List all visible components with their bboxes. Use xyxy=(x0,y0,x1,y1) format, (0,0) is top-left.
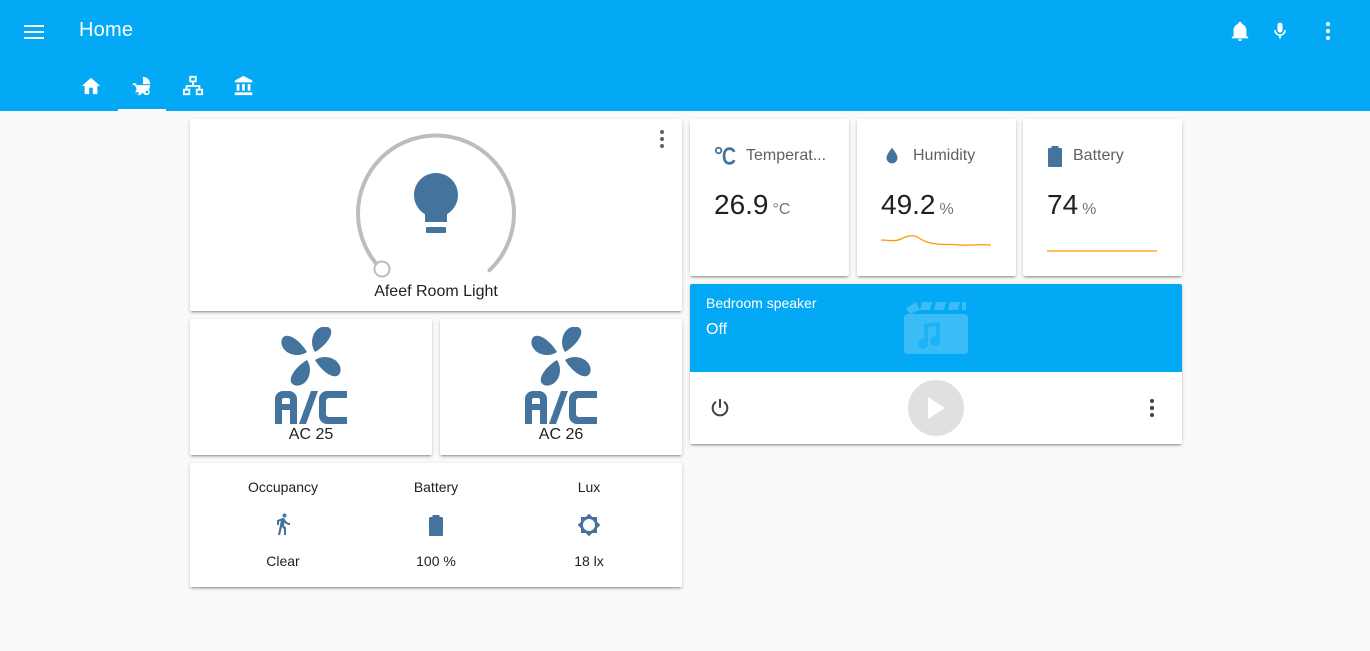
glance-card: Occupancy Clear Battery 100 % Lux 18 lx xyxy=(190,463,682,587)
glance-state: 18 lx xyxy=(574,553,604,569)
menu-icon[interactable] xyxy=(20,17,50,47)
sensor-value: 26.9 xyxy=(714,189,769,220)
network-icon xyxy=(182,75,204,96)
glance-item-occupancy[interactable]: Occupancy Clear xyxy=(203,479,363,569)
bell-icon[interactable] xyxy=(1226,17,1254,45)
power-icon[interactable] xyxy=(708,396,732,420)
ac-name: AC 25 xyxy=(288,426,334,443)
humidity-sparkline xyxy=(881,235,991,246)
dial-handle[interactable] xyxy=(373,260,391,278)
air-conditioner-icon xyxy=(275,327,347,424)
media-player-card: Bedroom speaker Off xyxy=(690,284,1182,444)
page-title: Home xyxy=(79,19,134,41)
celsius-icon xyxy=(714,146,736,165)
sensor-value-row: 49.2% xyxy=(881,189,954,221)
battery-icon xyxy=(429,515,443,536)
sensor-name: Battery xyxy=(1073,147,1124,164)
water-drop-icon xyxy=(886,147,898,164)
more-vertical-icon[interactable] xyxy=(1314,17,1342,45)
sensor-value: 49.2 xyxy=(881,189,936,220)
play-icon xyxy=(928,397,945,419)
glance-item-lux[interactable]: Lux 18 lx xyxy=(509,479,669,569)
ac-card-25[interactable]: AC 25 xyxy=(190,319,432,455)
tab-home[interactable] xyxy=(67,66,115,111)
bank-icon xyxy=(234,75,253,96)
tab-baby-carriage[interactable] xyxy=(118,66,166,111)
sensor-name: Humidity xyxy=(913,147,976,164)
sensor-name: Temperat... xyxy=(746,147,827,164)
media-name: Bedroom speaker xyxy=(706,295,817,311)
glance-label: Lux xyxy=(577,479,601,495)
battery-sparkline xyxy=(1047,250,1157,252)
tab-bank[interactable] xyxy=(220,66,268,111)
ac-name: AC 26 xyxy=(538,426,584,443)
sensor-unit: % xyxy=(939,201,954,218)
sensor-card-humidity[interactable]: Humidity 49.2% xyxy=(857,119,1016,276)
tab-network[interactable] xyxy=(169,66,217,111)
brightness-icon xyxy=(577,513,601,537)
sensor-value-row: 26.9 °C xyxy=(714,189,790,221)
media-header: Bedroom speaker Off xyxy=(690,284,1182,372)
lightbulb-icon[interactable] xyxy=(412,171,460,239)
sensor-card-battery[interactable]: Battery 74% xyxy=(1023,119,1182,276)
app-header: Home xyxy=(0,0,1370,111)
music-video-icon xyxy=(904,302,968,354)
home-icon xyxy=(81,77,101,95)
sensor-unit: °C xyxy=(772,201,791,218)
sensor-unit: % xyxy=(1082,201,1097,218)
glance-state: Clear xyxy=(266,553,300,569)
glance-item-battery[interactable]: Battery 100 % xyxy=(356,479,516,569)
battery-icon xyxy=(1048,146,1062,167)
air-conditioner-icon xyxy=(525,327,597,424)
media-more-icon[interactable] xyxy=(1140,396,1164,420)
light-name: Afeef Room Light xyxy=(374,283,498,300)
sensor-value: 74 xyxy=(1047,189,1079,220)
light-more-icon[interactable] xyxy=(650,127,674,151)
ac-card-26[interactable]: AC 26 xyxy=(440,319,682,455)
play-button[interactable] xyxy=(908,380,964,436)
microphone-icon[interactable] xyxy=(1266,17,1294,45)
sensor-card-temperature[interactable]: Temperat... 26.9 °C xyxy=(690,119,849,276)
walk-icon xyxy=(277,513,290,535)
light-card: Afeef Room Light xyxy=(190,119,682,311)
sensor-value-row: 74% xyxy=(1047,189,1096,221)
media-state: Off xyxy=(706,321,728,338)
glance-state: 100 % xyxy=(416,553,456,569)
view-tabs xyxy=(67,66,271,111)
baby-carriage-icon xyxy=(132,76,151,96)
glance-label: Occupancy xyxy=(247,479,319,495)
glance-label: Battery xyxy=(413,479,459,495)
